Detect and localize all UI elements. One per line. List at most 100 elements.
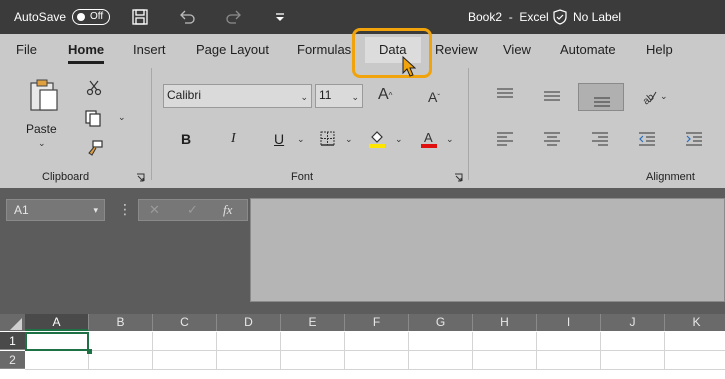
- align-right-icon[interactable]: [591, 132, 609, 146]
- tab-formulas[interactable]: Formulas: [297, 42, 351, 57]
- cell-b1[interactable]: [89, 332, 153, 351]
- paste-dropdown-icon[interactable]: ⌄: [38, 138, 46, 149]
- ribbon: File Home Insert Page Layout Formulas Da…: [0, 28, 725, 188]
- cell-h2[interactable]: [473, 351, 537, 370]
- tab-page-layout[interactable]: Page Layout: [196, 42, 269, 57]
- increase-indent-icon[interactable]: [685, 132, 703, 146]
- clipboard-launcher-icon[interactable]: [136, 173, 145, 182]
- cell-h1[interactable]: [473, 332, 537, 351]
- column-header-i[interactable]: I: [537, 314, 601, 331]
- column-header-d[interactable]: D: [217, 314, 281, 331]
- alignment-group-label: Alignment: [646, 171, 695, 183]
- save-icon[interactable]: [130, 7, 150, 27]
- sensitivity-label[interactable]: No Label: [573, 10, 621, 24]
- cell-a1[interactable]: [25, 332, 89, 351]
- insert-function-icon[interactable]: fx: [223, 202, 232, 218]
- tab-help[interactable]: Help: [646, 42, 673, 57]
- cell-j1[interactable]: [601, 332, 665, 351]
- tab-home[interactable]: Home: [68, 42, 104, 57]
- column-header-f[interactable]: F: [345, 314, 409, 331]
- orientation-icon[interactable]: ab: [640, 87, 658, 105]
- format-painter-icon[interactable]: [86, 139, 104, 157]
- increase-font-size-icon[interactable]: A ^: [378, 86, 392, 104]
- more-options-icon[interactable]: ⋮: [118, 201, 132, 218]
- middle-align-icon[interactable]: [543, 89, 561, 103]
- font-size-dropdown[interactable]: 11 ⌄: [315, 84, 363, 108]
- fill-color-icon[interactable]: [368, 129, 386, 149]
- active-tab-indicator: [68, 61, 104, 64]
- cell-g1[interactable]: [409, 332, 473, 351]
- font-name-dropdown[interactable]: Calibri ⌄: [163, 84, 312, 108]
- cell-b2[interactable]: [89, 351, 153, 370]
- bottom-align-button[interactable]: [578, 83, 624, 111]
- cut-icon[interactable]: [86, 80, 102, 96]
- customize-icon[interactable]: [270, 7, 290, 27]
- tab-view[interactable]: View: [503, 42, 531, 57]
- font-launcher-icon[interactable]: [454, 173, 463, 182]
- font-color-dropdown-icon[interactable]: ⌄: [446, 134, 454, 145]
- decrease-indent-icon[interactable]: [638, 132, 656, 146]
- fill-color-dropdown-icon[interactable]: ⌄: [395, 134, 403, 145]
- fill-handle[interactable]: [87, 349, 92, 354]
- orientation-dropdown-icon[interactable]: ⌄: [660, 91, 668, 102]
- cell-f2[interactable]: [345, 351, 409, 370]
- cell-g2[interactable]: [409, 351, 473, 370]
- cell-c1[interactable]: [153, 332, 217, 351]
- shield-icon[interactable]: [553, 9, 567, 25]
- formula-input[interactable]: [250, 198, 725, 302]
- top-align-icon[interactable]: [496, 87, 514, 101]
- font-color-icon[interactable]: A: [420, 129, 438, 149]
- copy-dropdown-icon[interactable]: ⌄: [118, 112, 126, 123]
- column-header-k[interactable]: K: [665, 314, 725, 331]
- cell-d1[interactable]: [217, 332, 281, 351]
- column-header-b[interactable]: B: [89, 314, 153, 331]
- cell-k2[interactable]: [665, 351, 725, 370]
- bold-icon[interactable]: B: [181, 131, 191, 147]
- mouse-cursor-icon: [402, 56, 416, 77]
- cell-d2[interactable]: [217, 351, 281, 370]
- cell-a2[interactable]: [25, 351, 89, 370]
- row-header-1[interactable]: 1: [0, 332, 25, 350]
- column-header-e[interactable]: E: [281, 314, 345, 331]
- undo-icon[interactable]: [177, 7, 197, 27]
- column-header-j[interactable]: J: [601, 314, 665, 331]
- align-left-icon[interactable]: [496, 132, 514, 146]
- name-box[interactable]: A1 ▾: [6, 199, 105, 221]
- cancel-icon[interactable]: ✕: [149, 202, 160, 218]
- column-header-h[interactable]: H: [473, 314, 537, 331]
- italic-icon[interactable]: I: [231, 131, 236, 147]
- name-box-value: A1: [14, 203, 29, 217]
- worksheet-grid: ABCDEFGHIJK 12: [0, 314, 725, 379]
- redo-icon[interactable]: [224, 7, 244, 27]
- align-center-icon[interactable]: [543, 132, 561, 146]
- cell-e1[interactable]: [281, 332, 345, 351]
- tab-file[interactable]: File: [16, 42, 37, 57]
- enter-icon[interactable]: ✓: [187, 202, 198, 218]
- column-header-a[interactable]: A: [25, 314, 89, 331]
- underline-dropdown-icon[interactable]: ⌄: [297, 134, 305, 145]
- column-header-c[interactable]: C: [153, 314, 217, 331]
- toggle-knob: [77, 13, 85, 21]
- cell-e2[interactable]: [281, 351, 345, 370]
- decrease-font-size-icon[interactable]: Aˇ: [428, 89, 440, 105]
- tab-review[interactable]: Review: [435, 42, 478, 57]
- underline-icon[interactable]: U: [274, 131, 284, 147]
- copy-icon[interactable]: [84, 109, 102, 127]
- cell-i2[interactable]: [537, 351, 601, 370]
- column-header-g[interactable]: G: [409, 314, 473, 331]
- cell-f1[interactable]: [345, 332, 409, 351]
- cell-j2[interactable]: [601, 351, 665, 370]
- paste-label[interactable]: Paste: [26, 122, 57, 136]
- cell-i1[interactable]: [537, 332, 601, 351]
- select-all-corner[interactable]: [0, 314, 25, 331]
- cell-c2[interactable]: [153, 351, 217, 370]
- autosave-toggle[interactable]: Off: [72, 9, 110, 25]
- cell-k1[interactable]: [665, 332, 725, 351]
- borders-dropdown-icon[interactable]: ⌄: [345, 134, 353, 145]
- paste-icon[interactable]: [28, 78, 60, 112]
- group-separator: [151, 68, 152, 180]
- tab-insert[interactable]: Insert: [133, 42, 166, 57]
- borders-icon[interactable]: [320, 131, 335, 146]
- tab-automate[interactable]: Automate: [560, 42, 616, 57]
- row-header-2[interactable]: 2: [0, 351, 25, 369]
